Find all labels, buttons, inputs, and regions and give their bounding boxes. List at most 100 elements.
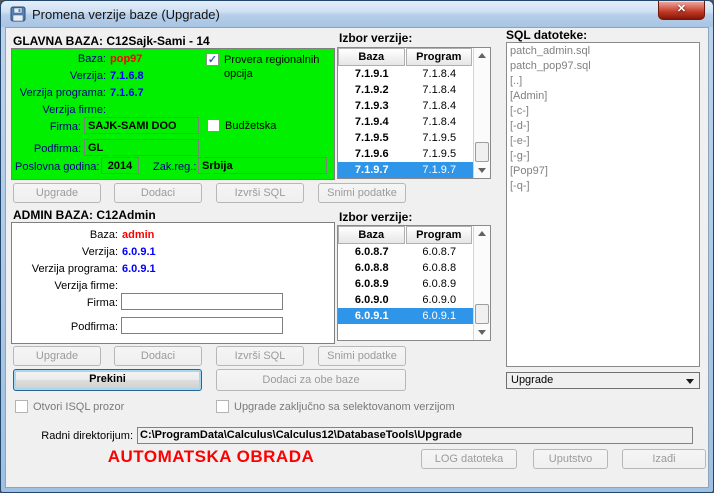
glavna-snimi-podatke-button[interactable]: Snimi podatke [318,183,406,203]
version-row[interactable]: 7.1.9.47.1.8.4 [338,114,473,130]
column-header-baza[interactable]: Baza [338,48,405,66]
baza-cell: 7.1.9.2 [338,82,406,98]
otvori-isql-checkbox[interactable] [15,400,28,413]
baza-cell: 6.0.8.8 [338,260,406,276]
glavna-upgrade-button[interactable]: Upgrade [13,183,101,203]
sql-file-item[interactable]: patch_pop97.sql [507,59,699,74]
close-button[interactable]: ✕ [658,1,705,20]
uputstvo-button[interactable]: Uputstvo [533,449,608,469]
column-header-program[interactable]: Program [406,226,473,244]
column-header-baza[interactable]: Baza [338,226,405,244]
baza-cell: 7.1.9.1 [338,66,406,82]
column-header-program[interactable]: Program [406,48,473,66]
sql-file-item[interactable]: [-e-] [507,134,699,149]
poslovna-godina-input[interactable] [101,157,139,174]
glavna-izbor-verzije-label: Izbor verzije: [339,31,412,45]
sql-file-item[interactable]: [Pop97] [507,164,699,179]
admin-baza-heading: ADMIN BAZA: C12Admin [13,208,156,222]
admin-snimi-podatke-button[interactable]: Snimi podatke [318,346,406,366]
version-row[interactable]: 6.0.8.86.0.8.8 [338,260,473,276]
sql-file-item[interactable]: patch_admin.sql [507,44,699,59]
version-row[interactable]: 6.0.9.16.0.9.1 [338,308,473,324]
version-row[interactable]: 6.0.8.96.0.8.9 [338,276,473,292]
izadji-button[interactable]: Izađi [622,449,706,469]
provera-regionalnih-label: Provera regionalnih opcija [224,53,328,81]
scroll-up-icon[interactable] [474,226,490,241]
glavna-baza-heading: GLAVNA BAZA: C12Sajk-Sami - 14 [13,34,210,48]
scrollbar-thumb[interactable] [475,304,489,324]
sql-file-item[interactable]: [-q-] [507,179,699,194]
baza-cell: 6.0.8.7 [338,244,406,260]
admin-verzija-firme-label: Verzija firme: [11,280,118,292]
title-bar[interactable]: Promena verzije baze (Upgrade) ✕ [1,1,713,27]
zak-reg-input[interactable] [198,157,327,174]
mode-dropdown[interactable]: Upgrade [506,372,700,389]
glavna-version-grid: Baza Program 7.1.9.17.1.8.47.1.9.27.1.8.… [337,47,491,179]
version-row[interactable]: 7.1.9.27.1.8.4 [338,82,473,98]
otvori-isql-label: Otvori ISQL prozor [33,401,124,413]
budzetska-label: Budžetska [225,120,276,132]
version-row[interactable]: 7.1.9.37.1.8.4 [338,98,473,114]
admin-firma-input[interactable] [121,293,283,310]
chevron-down-icon [686,379,694,384]
version-row[interactable]: 7.1.9.17.1.8.4 [338,66,473,82]
program-cell: 6.0.9.0 [406,292,474,308]
prekini-button[interactable]: Prekini [13,369,202,391]
window-title: Promena verzije baze (Upgrade) [32,7,220,22]
sql-file-item[interactable]: [-g-] [507,149,699,164]
version-row[interactable]: 7.1.9.57.1.9.5 [338,130,473,146]
admin-verzija-value: 6.0.9.1 [122,246,156,258]
glavna-grid-scrollbar[interactable] [473,48,490,178]
dodaci-za-obe-baze-button[interactable]: Dodaci za obe baze [216,369,406,391]
provera-regionalnih-checkbox[interactable]: ✓ [206,53,219,66]
version-row[interactable]: 7.1.9.67.1.9.5 [338,146,473,162]
mode-dropdown-value: Upgrade [511,374,553,386]
radni-direktorijum-label: Radni direktorijum: [11,430,133,442]
glavna-izvrsi-sql-button[interactable]: Izvrši SQL [216,183,304,203]
podfirma-input[interactable] [84,139,199,156]
admin-podfirma-label: Podfirma: [11,321,118,333]
glavna-dodaci-button[interactable]: Dodaci [114,183,202,203]
scroll-up-icon[interactable] [474,48,490,63]
admin-baza-label: Baza: [11,229,118,241]
admin-verzija-label: Verzija: [11,246,118,258]
admin-grid-scrollbar[interactable] [473,226,490,340]
automatska-obrada-status: AUTOMATSKA OBRADA [31,447,391,467]
baza-cell: 6.0.9.0 [338,292,406,308]
admin-verzija-programa-value: 6.0.9.1 [122,263,156,275]
version-row[interactable]: 6.0.8.76.0.8.7 [338,244,473,260]
baza-cell: 7.1.9.5 [338,130,406,146]
budzetska-checkbox[interactable] [207,119,220,132]
scrollbar-thumb[interactable] [475,142,489,162]
verzija-programa-label: Verzija programa: [11,87,106,99]
baza-cell: 7.1.9.6 [338,146,406,162]
sql-file-item[interactable]: [..] [507,74,699,89]
admin-firma-label: Firma: [11,297,118,309]
scroll-down-icon[interactable] [474,163,490,178]
version-row[interactable]: 6.0.9.06.0.9.0 [338,292,473,308]
admin-podfirma-input[interactable] [121,317,283,334]
sql-file-item[interactable]: [-c-] [507,104,699,119]
upgrade-zakljucno-label: Upgrade zaključno sa selektovanom verzij… [234,401,455,413]
log-datoteka-button[interactable]: LOG datoteka [421,449,517,469]
glavna-grid-body: 7.1.9.17.1.8.47.1.9.27.1.8.47.1.9.37.1.8… [338,66,473,178]
program-cell: 7.1.8.4 [406,82,474,98]
scroll-down-icon[interactable] [474,325,490,340]
radni-direktorijum-field: C:\ProgramData\Calculus\Calculus12\Datab… [137,427,693,444]
version-row[interactable]: 7.1.9.77.1.9.7 [338,162,473,178]
admin-dodaci-button[interactable]: Dodaci [114,346,202,366]
sql-datoteke-label: SQL datoteke: [506,28,587,42]
program-cell: 6.0.8.7 [406,244,474,260]
admin-upgrade-button[interactable]: Upgrade [13,346,101,366]
sql-file-item[interactable]: [Admin] [507,89,699,104]
floppy-disk-icon [10,6,26,22]
sql-file-item[interactable]: [-d-] [507,119,699,134]
firma-input[interactable] [84,117,199,134]
verzija-label: Verzija: [11,70,106,82]
upgrade-zakljucno-checkbox[interactable] [216,400,229,413]
admin-izvrsi-sql-button[interactable]: Izvrši SQL [216,346,304,366]
baza-label: Baza: [11,53,106,65]
program-cell: 6.0.9.1 [406,308,474,324]
firma-label: Firma: [11,121,81,133]
verzija-firme-label: Verzija firme: [11,104,106,116]
